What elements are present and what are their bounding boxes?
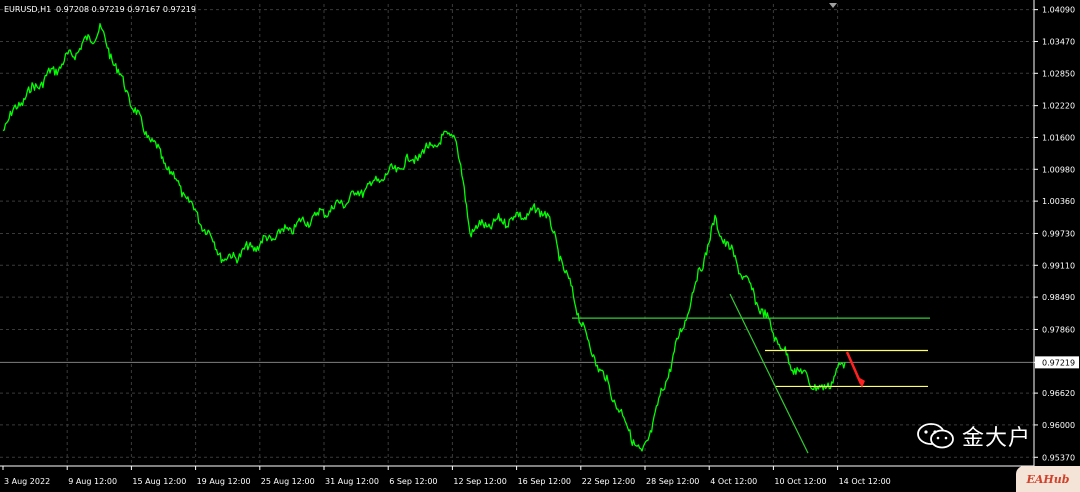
- price-label: 0.99110: [1042, 261, 1075, 270]
- time-label: 22 Sep 12:00: [582, 477, 635, 486]
- price-chart[interactable]: 1.04090 1.03470 1.02850 1.02220 1.01600 1.009…: [0, 0, 1080, 492]
- price-label: 1.02850: [1042, 69, 1075, 78]
- time-label: 31 Aug 12:00: [325, 477, 379, 486]
- price-label: 0.98490: [1042, 293, 1075, 302]
- price-label: 0.97860: [1042, 325, 1075, 334]
- price-label: 1.00980: [1042, 165, 1075, 174]
- price-axis: 1.04090 1.03470 1.02850 1.02220 1.01600 1.009…: [0, 0, 1079, 467]
- time-label: 15 Aug 12:00: [132, 477, 186, 486]
- price-label: 0.96000: [1042, 421, 1075, 430]
- price-line: [2, 23, 846, 452]
- price-label: 0.99730: [1042, 229, 1075, 238]
- wechat-icon: [916, 422, 956, 450]
- time-label: 3 Aug 2022: [4, 477, 50, 486]
- chart-grid: [0, 4, 1034, 466]
- time-label: 12 Sep 12:00: [453, 477, 506, 486]
- chart-shift-icon[interactable]: [829, 3, 837, 8]
- ohlc-values: 0.97208 0.97219 0.97167 0.97219: [56, 5, 196, 14]
- current-price-label: 0.97219: [1042, 358, 1075, 367]
- price-label: 1.01600: [1042, 133, 1075, 142]
- time-label: 28 Sep 12:00: [646, 477, 699, 486]
- price-label: 0.96620: [1042, 389, 1075, 398]
- price-label: 1.00360: [1042, 197, 1075, 206]
- price-label: 1.03470: [1042, 37, 1075, 46]
- price-label: 0.95370: [1042, 453, 1075, 462]
- time-label: 9 Aug 12:00: [68, 477, 117, 486]
- time-axis: 3 Aug 2022 9 Aug 12:00 15 Aug 12:00 19 Aug …: [2, 466, 891, 486]
- watermark: 金大户: [916, 420, 1031, 452]
- price-series: [2, 23, 846, 452]
- time-label: 14 Oct 12:00: [839, 477, 891, 486]
- time-label: 19 Aug 12:00: [197, 477, 251, 486]
- price-label: 1.02220: [1042, 102, 1075, 111]
- time-label: 10 Oct 12:00: [774, 477, 826, 486]
- eahub-label: EAHub: [1026, 472, 1070, 486]
- watermark-text: 金大户: [962, 426, 1032, 451]
- price-label: 1.04090: [1042, 6, 1075, 15]
- time-label: 25 Aug 12:00: [261, 477, 315, 486]
- time-label: 4 Oct 12:00: [710, 477, 757, 486]
- eahub-badge: EAHub: [1016, 466, 1080, 492]
- chart-drawings[interactable]: [572, 293, 930, 454]
- time-label: 16 Sep 12:00: [518, 477, 571, 486]
- time-label: 6 Sep 12:00: [389, 477, 437, 486]
- symbol-label: EURUSD,H1: [4, 5, 51, 14]
